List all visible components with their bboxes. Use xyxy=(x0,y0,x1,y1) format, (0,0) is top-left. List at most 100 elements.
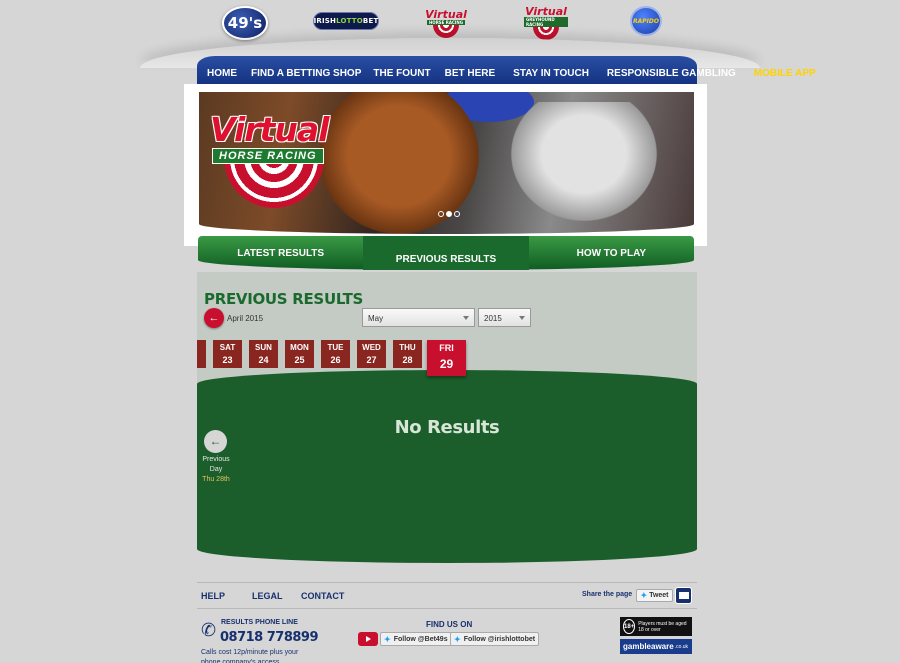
irish-lotto-label-b: LOTTO xyxy=(336,17,363,25)
youtube-play-icon xyxy=(365,636,371,642)
results-phone-title: RESULTS PHONE LINE xyxy=(221,619,298,626)
year-select[interactable]: 2015 xyxy=(478,308,531,327)
logo-irish-lotto-bet[interactable]: IRISH LOTTO BET xyxy=(313,12,379,30)
prev-day-label-2: Day xyxy=(209,466,223,473)
day-dow: SUN xyxy=(255,343,272,352)
day-dow: SAT xyxy=(219,343,236,352)
day-button[interactable]: WED 27 xyxy=(357,340,386,368)
prev-day-date: Thu 28th xyxy=(202,476,230,483)
find-us-label: FIND US ON xyxy=(426,620,473,629)
phone-icon: ✆ xyxy=(201,620,217,640)
follow-irishlottobet-label: Follow @irishlottobet xyxy=(463,635,536,643)
gambleaware-label: gambleaware xyxy=(623,642,674,651)
page-title: PREVIOUS RESULTS xyxy=(204,290,364,308)
day-num: 29 xyxy=(439,357,454,371)
irish-lotto-label-c: BET xyxy=(362,17,379,25)
virtual-horse-title: Virtual xyxy=(425,7,467,21)
irish-lotto-label-a: IRISH xyxy=(313,17,337,25)
carousel-dots xyxy=(438,211,460,217)
footer-link-contact[interactable]: CONTACT xyxy=(301,591,344,601)
footer-divider xyxy=(197,608,697,609)
nav-stay-in-touch[interactable]: STAY IN TOUCH xyxy=(513,68,589,79)
footer-divider xyxy=(197,582,697,583)
virtual-horse-sub: HORSE RACING xyxy=(426,19,466,25)
logo-virtual-horse-racing[interactable]: Virtual HORSE RACING xyxy=(424,6,468,40)
banner-subtitle: HORSE RACING xyxy=(212,148,324,164)
arrow-left-icon: ← xyxy=(209,434,222,448)
carousel-dot[interactable] xyxy=(454,211,460,217)
calls-cost-note: Calls cost 12p/minute plus your phone co… xyxy=(201,649,299,663)
day-dow: TUE xyxy=(327,343,344,352)
day-button[interactable]: TUE 26 xyxy=(321,340,350,368)
twitter-icon: ✦ xyxy=(384,634,391,644)
results-phone-number[interactable]: 08718 778899 xyxy=(220,630,319,645)
nav-mobile-app[interactable]: MOBILE APP xyxy=(754,68,816,79)
target-icon xyxy=(433,24,459,38)
no-results-message: No Results xyxy=(394,417,500,438)
results-tabs: LATEST RESULTS PREVIOUS RESULTS HOW TO P… xyxy=(198,236,694,270)
age-restriction-badge: 18+ Players must be aged 18 or over xyxy=(620,617,692,636)
follow-bet49s-button[interactable]: ✦ Follow @Bet49s xyxy=(380,632,452,646)
year-select-value: 2015 xyxy=(484,314,502,323)
grey-horse-image xyxy=(499,102,669,232)
arrow-left-icon: ← xyxy=(208,312,220,324)
nav-home[interactable]: HOME xyxy=(207,68,237,79)
banner-logo: Virtual HORSE RACING xyxy=(210,110,329,164)
day-dow: MON xyxy=(290,343,309,352)
banner-title: Virtual xyxy=(210,110,329,149)
nav-bet-here[interactable]: BET HERE xyxy=(445,68,496,79)
virtual-greyhound-sub: GREYHOUND RACING xyxy=(524,17,568,27)
carousel-dot-active[interactable] xyxy=(446,211,452,217)
day-button-partial[interactable] xyxy=(197,340,206,368)
nav-the-fount[interactable]: THE FOUNT xyxy=(373,68,430,79)
tweet-label: Tweet xyxy=(649,592,669,599)
day-num: 24 xyxy=(258,355,269,365)
day-dow: FRI xyxy=(439,343,454,353)
prev-month-button[interactable]: ← xyxy=(204,308,224,328)
carousel-dot[interactable] xyxy=(438,211,444,217)
logo-49s[interactable]: 49's xyxy=(222,6,268,40)
month-select[interactable]: May xyxy=(362,308,475,327)
footer-link-legal[interactable]: LEGAL xyxy=(252,591,283,601)
follow-irishlottobet-button[interactable]: ✦ Follow @irishlottobet xyxy=(450,632,540,646)
nav-find-betting-shop[interactable]: FIND A BETTING SHOP xyxy=(251,68,361,79)
month-select-value: May xyxy=(368,314,384,323)
prev-day-button[interactable]: ← xyxy=(204,430,227,453)
tab-how-to-play[interactable]: HOW TO PLAY xyxy=(529,236,694,270)
day-button[interactable]: SUN 24 xyxy=(249,340,278,368)
day-dow: WED xyxy=(362,343,381,352)
day-button-selected[interactable]: FRI 29 xyxy=(427,340,466,376)
share-label: Share the page xyxy=(582,591,633,598)
day-button[interactable]: SAT 23 xyxy=(213,340,242,368)
day-num: 26 xyxy=(330,355,341,365)
follow-bet49s-label: Follow @Bet49s xyxy=(393,635,448,643)
day-button[interactable]: MON 25 xyxy=(285,340,314,368)
tab-previous-results[interactable]: PREVIOUS RESULTS xyxy=(363,236,529,270)
age-text: Players must be aged 18 or over xyxy=(638,620,687,633)
tab-latest-results[interactable]: LATEST RESULTS xyxy=(198,236,363,270)
chevron-down-icon xyxy=(519,316,525,320)
logo-virtual-greyhound-racing[interactable]: Virtual GREYHOUND RACING xyxy=(524,6,568,40)
gambleaware-link[interactable]: gambleaware .co.uk xyxy=(620,639,692,654)
age-18-icon: 18+ xyxy=(623,619,636,634)
virtual-greyhound-title: Virtual xyxy=(525,5,567,18)
email-share-button[interactable] xyxy=(675,587,692,604)
day-button[interactable]: THU 28 xyxy=(393,340,422,368)
day-num: 28 xyxy=(402,355,413,365)
day-num: 27 xyxy=(366,355,377,365)
logo-rapido[interactable]: RAPIDO xyxy=(630,6,662,36)
tweet-button[interactable]: ✦ Tweet xyxy=(636,589,673,602)
prev-day-label-1: Previous xyxy=(202,456,230,463)
gambleaware-tld: .co.uk xyxy=(674,643,689,650)
footer-link-help[interactable]: HELP xyxy=(201,591,225,601)
twitter-icon: ✦ xyxy=(454,634,461,644)
day-num: 23 xyxy=(222,355,233,365)
twitter-icon: ✦ xyxy=(640,591,648,600)
mail-icon xyxy=(678,592,689,599)
day-dow: THU xyxy=(399,343,416,352)
target-icon xyxy=(533,27,559,40)
nav-responsible-gambling[interactable]: RESPONSIBLE GAMBLING xyxy=(607,68,736,79)
prev-month-label[interactable]: April 2015 xyxy=(227,314,263,323)
prev-day-link[interactable]: Previous Day Thu 28th xyxy=(197,455,235,485)
youtube-button[interactable] xyxy=(358,632,378,646)
